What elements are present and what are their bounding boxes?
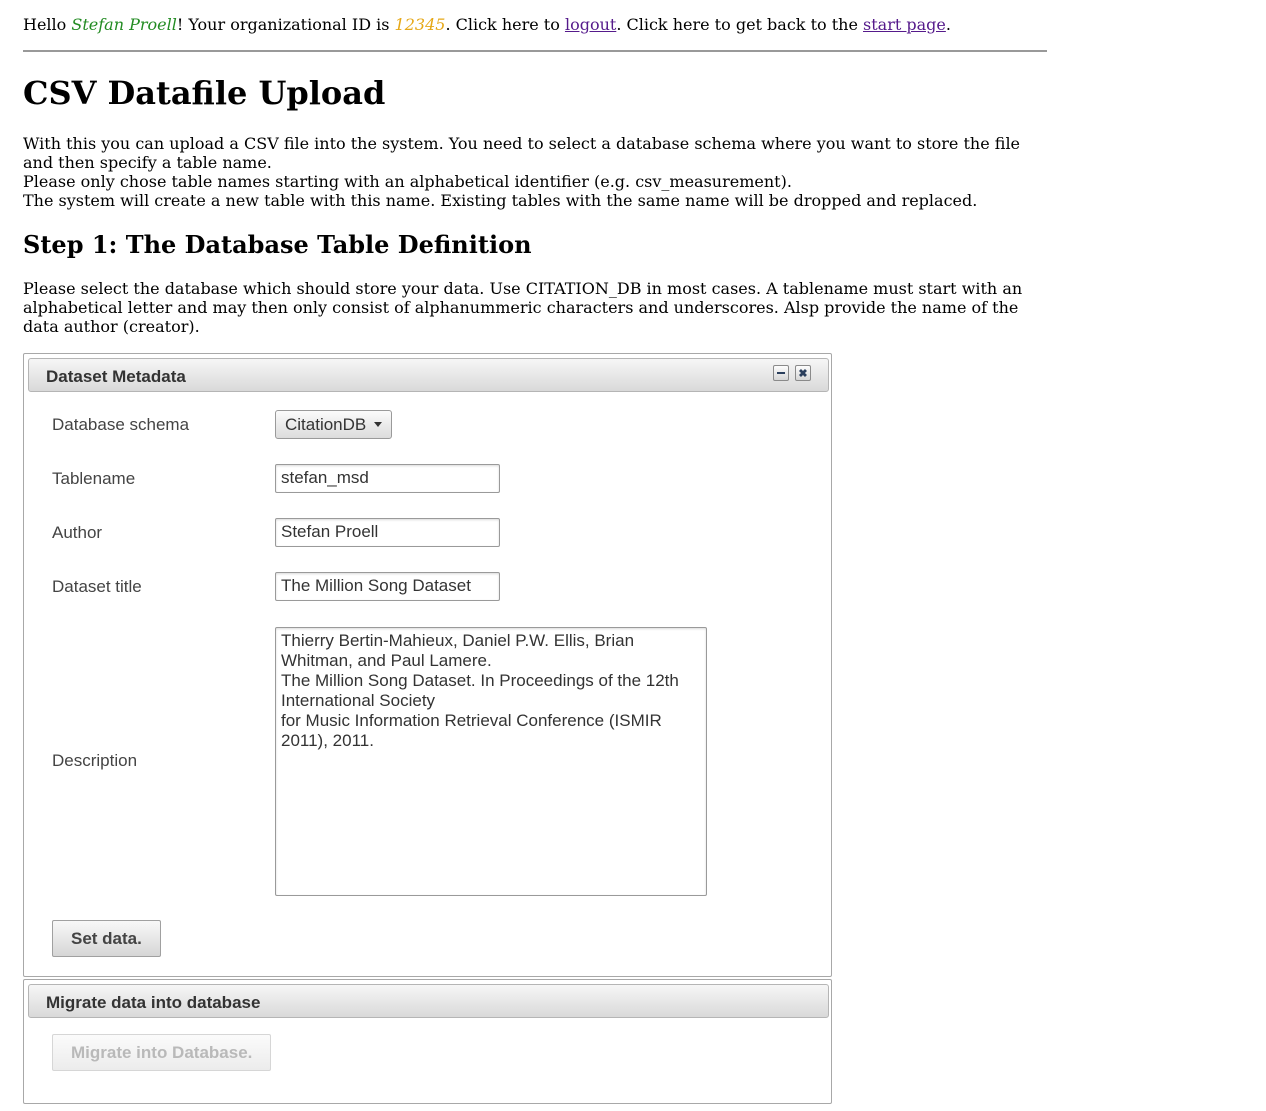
- dataset-metadata-panel: Dataset Metadata ✖ Database schema Citat…: [23, 353, 832, 977]
- step1-description: Please select the database which should …: [23, 279, 1023, 336]
- user-name: Stefan Proell: [71, 15, 177, 34]
- intro-line: The system will create a new table with …: [23, 191, 978, 210]
- description-label: Description: [52, 751, 138, 770]
- tablename-label: Tablename: [52, 469, 136, 488]
- minimize-icon[interactable]: [773, 365, 789, 381]
- intro-text: With this you can upload a CSV file into…: [23, 134, 1053, 210]
- step1-heading: Step 1: The Database Table Definition: [23, 230, 532, 259]
- schema-select[interactable]: CitationDB: [275, 410, 393, 439]
- logout-link[interactable]: logout: [565, 15, 616, 34]
- migrate-panel-title: Migrate data into database: [46, 993, 261, 1012]
- greeting-bar: Hello Stefan Proell! Your organizational…: [23, 14, 951, 36]
- schema-select-value: CitationDB: [285, 414, 367, 434]
- dataset-title-input[interactable]: The Million Song Dataset: [275, 572, 500, 601]
- dataset-title-label: Dataset title: [52, 577, 142, 596]
- migrate-panel: Migrate data into database Migrate into …: [23, 979, 832, 1104]
- page-title: CSV Datafile Upload: [23, 74, 386, 112]
- migrate-panel-header: Migrate data into database: [28, 984, 829, 1018]
- intro-line: With this you can upload a CSV file into…: [23, 134, 1021, 172]
- dataset-metadata-header: Dataset Metadata ✖: [28, 358, 829, 392]
- set-data-button[interactable]: Set data.: [52, 920, 161, 957]
- migrate-button[interactable]: Migrate into Database.: [52, 1034, 272, 1071]
- greeting-end: .: [945, 15, 951, 34]
- greeting-hello: Hello: [23, 15, 72, 34]
- start-page-prefix: . Click here to get back to the: [616, 15, 864, 34]
- horizontal-divider: [23, 50, 1047, 52]
- close-icon[interactable]: ✖: [795, 365, 811, 381]
- org-id-prefix: ! Your organizational ID is: [176, 15, 395, 34]
- dataset-metadata-title: Dataset Metadata: [46, 367, 186, 386]
- start-page-link[interactable]: start page: [863, 15, 946, 34]
- author-label: Author: [52, 523, 103, 542]
- org-id: 12345: [394, 15, 446, 34]
- schema-label: Database schema: [52, 415, 190, 434]
- tablename-input[interactable]: stefan_msd: [275, 464, 500, 493]
- chevron-down-icon: [374, 422, 383, 427]
- description-textarea[interactable]: Thierry Bertin-Mahieux, Daniel P.W. Elli…: [275, 627, 707, 896]
- author-input[interactable]: Stefan Proell: [275, 518, 500, 547]
- logout-prefix: . Click here to: [445, 15, 565, 34]
- intro-line: Please only chose table names starting w…: [23, 172, 792, 191]
